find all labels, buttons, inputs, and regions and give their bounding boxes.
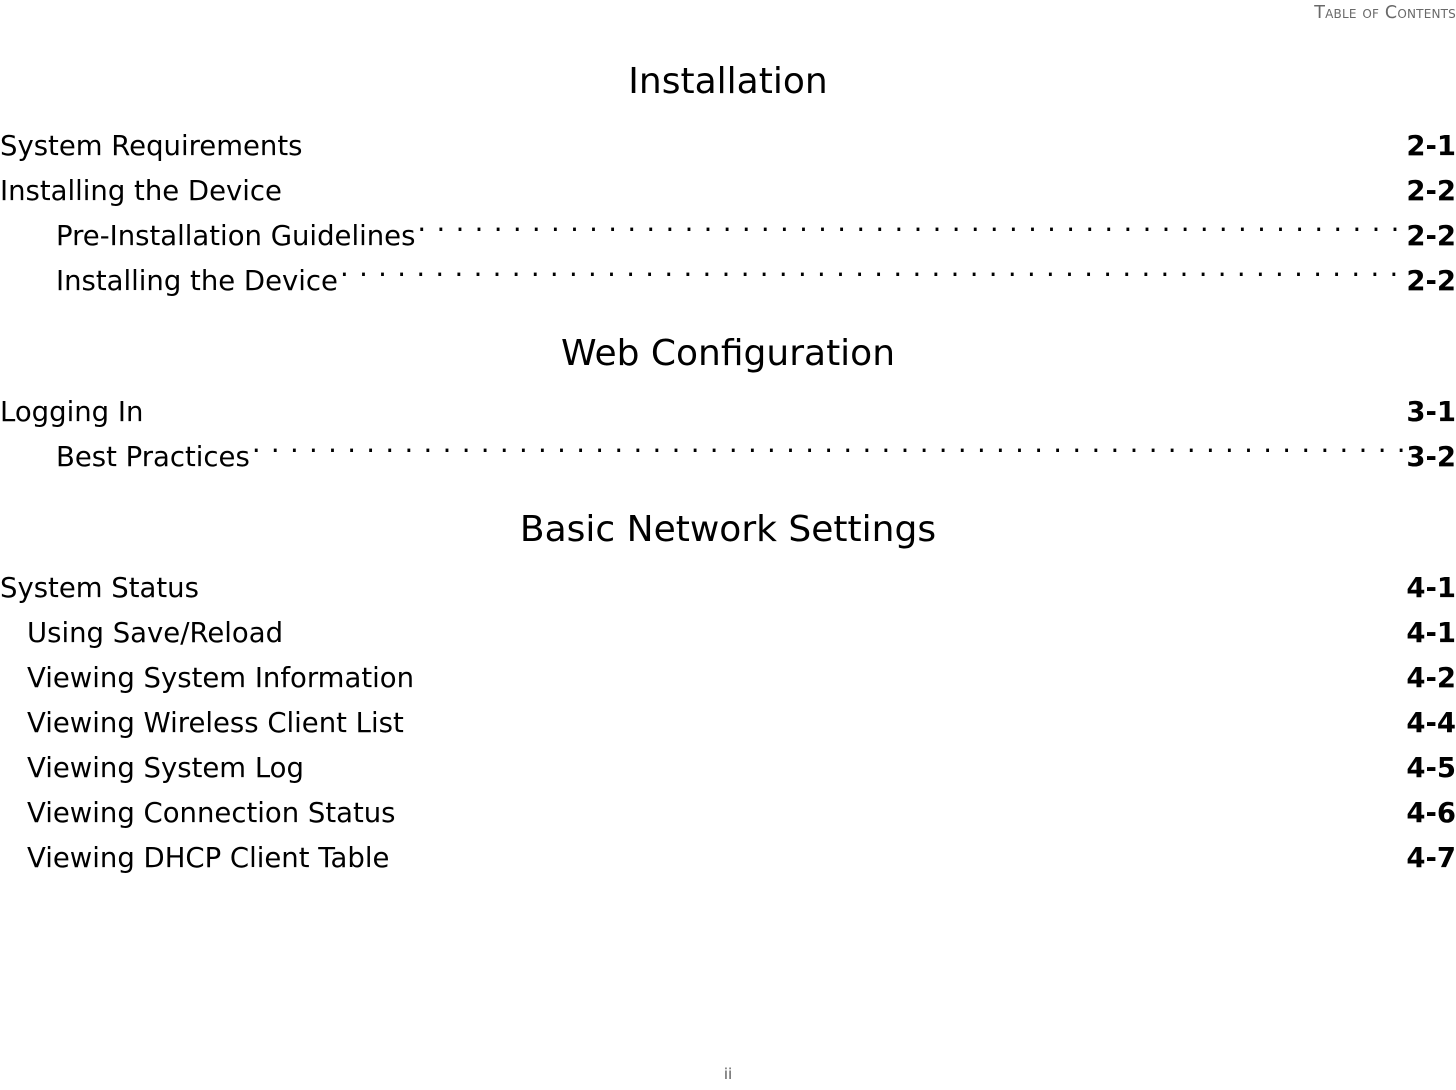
toc-entry-label: Viewing DHCP Client Table (27, 842, 390, 874)
toc-entry[interactable]: Using Save/Reload 4-1 (0, 611, 1456, 656)
toc-entry[interactable]: System Status 4-1 (0, 566, 1456, 611)
toc-entry-page-number: 4-4 (1406, 707, 1456, 739)
toc-dot-leader (416, 660, 1406, 688)
toc-dot-leader (306, 750, 1406, 778)
toc-entry[interactable]: Viewing Wireless Client List 4-4 (0, 701, 1456, 746)
toc-entry-page-number: 4-7 (1406, 842, 1456, 874)
toc-entry[interactable]: System Requirements 2-1 (0, 124, 1456, 169)
toc-dot-leader (340, 263, 1406, 291)
toc-entry-page-number: 2-2 (1406, 220, 1456, 252)
page-number-footer: ii (723, 1065, 733, 1083)
running-header-table-of-contents: Table of Contents (1314, 3, 1456, 23)
toc-dot-leader (145, 394, 1406, 422)
toc-entry-label: Using Save/Reload (27, 617, 284, 649)
toc-entry[interactable]: Best Practices 3-2 (0, 435, 1456, 480)
toc-entry[interactable]: Viewing DHCP Client Table 4-7 (0, 836, 1456, 881)
toc-entry[interactable]: Logging In 3-1 (0, 390, 1456, 435)
toc-entry-list: System Requirements 2-1 Installing the Dev… (0, 124, 1456, 304)
toc-entry-page-number: 4-1 (1406, 572, 1456, 604)
toc-entry[interactable]: Pre-Installation Guidelines 2-2 (0, 214, 1456, 259)
toc-dot-leader (417, 218, 1406, 246)
toc-dot-leader (391, 840, 1406, 868)
toc-entry-page-number: 2-2 (1406, 265, 1456, 297)
toc-dot-leader (201, 570, 1406, 598)
toc-entry-page-number: 4-1 (1406, 617, 1456, 649)
toc-page: Table of Contents Installation System Req… (0, 0, 1456, 1090)
toc-entry-page-number: 4-6 (1406, 797, 1456, 829)
toc-entry-label: Logging In (0, 396, 144, 428)
toc-entry[interactable]: Viewing Connection Status 4-6 (0, 791, 1456, 836)
chapter-title: Installation (628, 61, 828, 102)
toc-dot-leader (285, 615, 1406, 643)
toc-entry-page-number: 2-1 (1406, 130, 1456, 162)
toc-entry-label: Installing the Device (0, 175, 282, 207)
toc-dot-leader (304, 128, 1406, 156)
toc-entry-page-number: 3-1 (1406, 396, 1456, 428)
toc-entry-label: System Requirements (0, 130, 303, 162)
toc-entry-label: Viewing Connection Status (27, 797, 396, 829)
toc-entry-label: Pre-Installation Guidelines (56, 220, 416, 252)
toc-entry-page-number: 2-2 (1406, 175, 1456, 207)
toc-entry-page-number: 4-2 (1406, 662, 1456, 694)
toc-entry-list: Logging In 3-1 Best Practices 3-2 (0, 390, 1456, 480)
toc-dot-leader (284, 173, 1406, 201)
toc-entry-page-number: 3-2 (1406, 441, 1456, 473)
toc-entry[interactable]: Installing the Device 2-2 (0, 259, 1456, 304)
toc-entry-label: Viewing Wireless Client List (27, 707, 404, 739)
chapter-title: Web Configuration (560, 333, 896, 374)
toc-dot-leader (398, 795, 1407, 823)
toc-entry[interactable]: Viewing System Information 4-2 (0, 656, 1456, 701)
toc-dot-leader (406, 705, 1407, 733)
toc-entry-label: Viewing System Information (27, 662, 415, 694)
toc-entry-label: System Status (0, 572, 199, 604)
toc-dot-leader (252, 439, 1407, 467)
toc-entry-label: Best Practices (56, 441, 250, 473)
table-of-contents: Installation System Requirements 2-1 Instal… (0, 26, 1456, 881)
toc-entry[interactable]: Viewing System Log 4-5 (0, 746, 1456, 791)
toc-entry-list: System Status 4-1 Using Save/Reload 4-1 View… (0, 566, 1456, 881)
toc-entry-page-number: 4-5 (1406, 752, 1456, 784)
chapter-title: Basic Network Settings (519, 509, 937, 550)
toc-entry[interactable]: Installing the Device 2-2 (0, 169, 1456, 214)
toc-entry-label: Installing the Device (56, 265, 338, 297)
toc-entry-label: Viewing System Log (27, 752, 304, 784)
